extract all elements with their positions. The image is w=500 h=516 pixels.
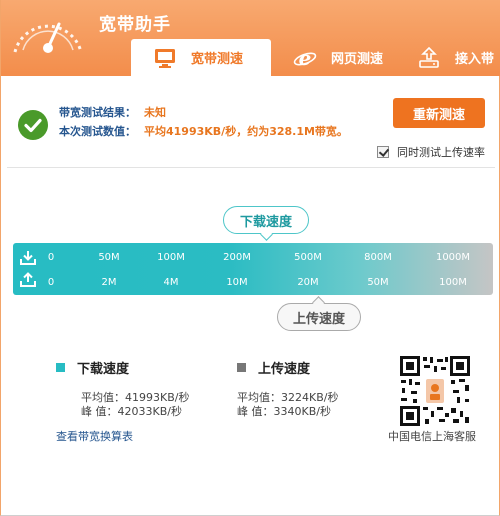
monitor-icon <box>155 48 175 68</box>
tab-label: 宽带测速 <box>191 52 244 67</box>
speed-scale-bar: 0 50M 100M 200M 500M 800M 1000M 0 2M 4M 10M 20M 50M… <box>13 243 493 295</box>
bandwidth-conversion-link[interactable]: 查看带宽换算表 <box>56 428 133 444</box>
upload-test-option[interactable]: 同时测试上传速率 <box>377 144 485 160</box>
app-title: 宽带助手 <box>99 15 171 35</box>
tab-webpage-test[interactable]: e 网页测速 <box>279 39 397 76</box>
upload-scale-tick-label: 4M <box>163 277 179 288</box>
router-upload-icon <box>419 46 439 68</box>
retest-button[interactable]: 重新测速 <box>393 98 485 128</box>
result-value-line: 本次测试数值： 平均41993KB/秒，约为328.1M带宽。 <box>59 123 348 139</box>
download-scale-tick-label: 50M <box>98 252 120 263</box>
upload-scale-tick-label: 20M <box>297 277 319 288</box>
download-scale-tick-label: 200M <box>223 252 251 263</box>
download-icon <box>20 251 36 265</box>
tab-bar: 宽带测速 e 网页测速 接入带 <box>131 39 500 76</box>
result-status-value: 未知 <box>144 106 166 119</box>
tab-access-bandwidth[interactable]: 接入带 <box>403 39 500 76</box>
upload-color-swatch <box>237 363 246 372</box>
upload-speed-marker: 上传速度 <box>277 303 361 331</box>
test-result-panel: 带宽测试结果： 未知 本次测试数值： 平均41993KB/秒，约为328.1M带宽。… <box>7 90 495 168</box>
upload-scale-tick-label: 100M <box>439 277 467 288</box>
upload-legend: 上传速度 <box>237 358 310 377</box>
header-bar: 宽带助手 宽带测速 e 网页测速 接入带 <box>1 0 500 76</box>
download-scale-tick-label: 100M <box>157 252 185 263</box>
upload-scale-tick-label: 2M <box>101 277 117 288</box>
download-scale-tick-label: 0 <box>47 252 55 263</box>
download-scale-tick-label: 800M <box>364 252 392 263</box>
upload-scale-tick-label: 10M <box>226 277 248 288</box>
download-scale-tick-label: 500M <box>294 252 322 263</box>
tab-label: 接入带 <box>455 52 495 67</box>
upload-test-label: 同时测试上传速率 <box>397 146 485 159</box>
download-legend: 下载速度 <box>56 358 129 377</box>
download-speed-marker: 下载速度 <box>223 206 309 234</box>
upload-scale-tick-label: 50M <box>367 277 389 288</box>
speedometer-icon <box>13 22 83 53</box>
ie-browser-icon: e <box>293 46 317 70</box>
result-value-label: 本次测试数值： <box>59 125 136 138</box>
tab-label: 网页测速 <box>331 52 384 67</box>
svg-text:e: e <box>299 46 312 70</box>
check-circle-icon <box>18 110 48 140</box>
qr-code-image <box>399 355 471 427</box>
download-legend-label: 下载速度 <box>77 362 130 377</box>
qr-caption: 中国电信上海客服 <box>388 430 476 443</box>
download-peak: 峰 值：42033KB/秒 <box>81 405 182 418</box>
app-window: 宽带助手 宽带测速 e 网页测速 接入带 带宽测试结果： 未知 本次测试数值： … <box>0 0 500 516</box>
result-value-text: 平均41993KB/秒，约为328.1M带宽。 <box>144 125 348 138</box>
result-status-line: 带宽测试结果： 未知 <box>59 104 166 120</box>
download-color-swatch <box>56 363 65 372</box>
upload-scale-tick-label: 0 <box>47 277 55 288</box>
upload-legend-label: 上传速度 <box>258 362 311 377</box>
upload-test-checkbox[interactable] <box>377 146 389 158</box>
tab-bandwidth-test[interactable]: 宽带测速 <box>131 39 271 76</box>
upload-peak: 峰 值：3340KB/秒 <box>237 405 331 418</box>
result-status-label: 带宽测试结果： <box>59 106 136 119</box>
upload-icon <box>20 272 36 287</box>
download-scale-tick-label: 1000M <box>435 252 471 263</box>
